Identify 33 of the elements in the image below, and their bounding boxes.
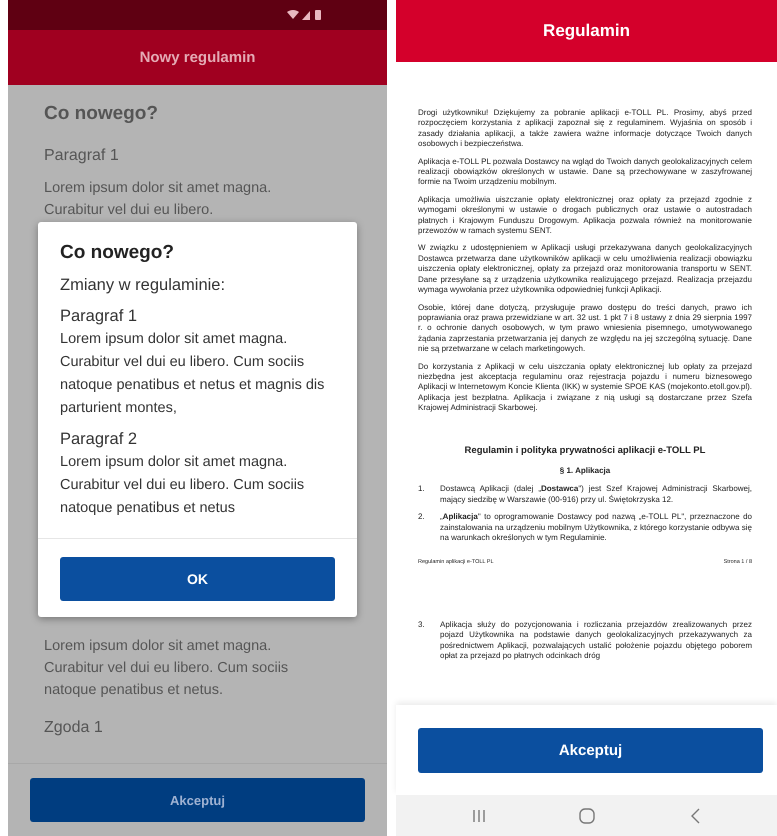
- recent-apps-icon[interactable]: [472, 808, 486, 822]
- header-title: Regulamin: [543, 21, 630, 41]
- heading-text: Co nowego?: [44, 103, 159, 125]
- subheading-text: Paragraf 1: [44, 147, 120, 165]
- paragraph-text: Lorem ipsum dolor sit amet magna. Curabitur vel dui eu libero. Cum sociis natoque penatibus et netus.: [44, 637, 290, 700]
- accept-button[interactable]: Akceptuj: [30, 778, 365, 822]
- document-paragraph: Aplikacja umożliwia uiszczanie opłaty elektronicznej oraz opłaty za przejazd zgodnie z wymogami określonymi w ustawie o drogach publicznych oraz ustawie o autostradach płatnych i Krajowym Funduszu Drogowym. Aplikacja pozwala również na monitorowanie przewozów w ramach systemu SENT.: [418, 194, 752, 236]
- dialog-subtitle: Zmiany w regulaminie:: [60, 276, 226, 295]
- home-icon[interactable]: [578, 806, 596, 824]
- item-number: 2.: [418, 512, 426, 524]
- back-icon[interactable]: [688, 808, 701, 824]
- document-paragraph: Osobie, której dane dotyczą, przysługuje prawo dostępu do treści danych, prawo ich poprawiania oraz prawa przewidziane w art. 32 ust. 1 pkt 7 i 8 ustawy z dnia 29 sierpnia 1997 r. o ochronie danych osobowych, w tym prawo wniesienia pisemnego, umotywowanego żądania zaprzestania przetwarzania jej danych ze względu na jej szczególną sytuację. Dane nie są przetwarzane w celach marketingowych.: [418, 302, 752, 355]
- accept-button[interactable]: Akceptuj: [418, 728, 763, 772]
- header-title: Nowy regulamin: [140, 49, 256, 66]
- section-heading: Paragraf 2: [60, 430, 138, 449]
- document-paragraph: W związku z udostępnieniem w Aplikacji usługi przekazywana danych geolokalizacyjnych Dostawca przetwarza dane użytkowników aplikacji w celu umożliwienia realizacji obowiązku uiszczenia opłaty elektronicznej, opłaty za przejazd oraz monitorowania transportu w SENT. Dane przesyłane są z urządzenia użytkownika realizującego przejazd. Realizacja przejazdu wymaga wywołania przez użytkownika odpowiedniej funkcji Aplikacji.: [418, 243, 752, 296]
- document-paragraph: Aplikacja e-TOLL PL pozwala Dostawcy na wgląd do Twoich danych geolokalizacyjnych celem realizacji obowiązków określonych w ustawie. Dane są przechowywane w zaszyfrowanej formie na Twoim urządzeniu mobilnym.: [418, 156, 752, 188]
- item-text: „Aplikacja" to oprogramowanie Dostawcy pod nazwą „e-TOLL PL", przeznaczone do zainstalowania na urządzeniu mobilnym Użytkownika, z którego korzystanie odbywa się na warunkach określonych w tym Regulaminie.: [440, 512, 752, 544]
- ok-button[interactable]: OK: [60, 557, 335, 601]
- section-text: Lorem ipsum dolor sit amet magna. Curabitur vel dui eu libero. Cum sociis natoque penatibus et netus et magnis dis parturient montes,: [60, 330, 326, 418]
- dialog-title: Co nowego?: [60, 242, 175, 264]
- item-number: 3.: [418, 620, 426, 631]
- item-text: Dostawcą Aplikacji (dalej „Dostawca") jest Szef Krajowej Administracji Skarbowej, mający siedzibę w Warszawie (00-916) przy ul. Świętokrzyska 12.: [440, 484, 752, 506]
- document-title: Regulamin i polityka prywatności aplikacji e-TOLL PL: [464, 446, 706, 456]
- section-title: § 1. Aplikacja: [558, 466, 612, 476]
- item-number: 1.: [418, 484, 426, 496]
- section-text: Lorem ipsum dolor sit amet magna. Curabitur vel dui eu libero. Cum sociis natoque penatibus et netus: [60, 453, 306, 518]
- document-paragraph: Do korzystania z Aplikacji w celu uiszczania opłaty elektronicznej lub opłaty za przejazd niezbędna jest akceptacja regulaminu oraz rejestracja pojazdu i numeru biznesowego Aplikacji w Internetowym Koncie Klienta (IKK) w systemie SPOE KAS (mojekonto.etoll.gov.pl). Aplikacja jest bezpłatna. Aplikacja i związane z nią usługi są dostarczane przez Szefa Krajowej Administracji Skarbowej.: [418, 362, 752, 414]
- section-heading: Paragraf 1: [60, 307, 138, 326]
- subheading-text: Zgoda 1: [44, 719, 104, 737]
- document-paragraph: Drogi użytkowniku! Dziękujemy za pobranie aplikacji e-TOLL PL. Prosimy, abyś przed rozpoczęciem korzystania z aplikacji zapoznał się z regulaminem. Wyjaśnia on sposób i zasady działania aplikacji, a także zawiera ważne informacje dotyczące Twoich danych osobowych i bezpieczeństwa.: [418, 108, 752, 150]
- item-text: Aplikacja służy do pozycjonowania i rozliczania przejazdów zrealizowanych przez pojazd Użytkownika na podstawie danych geolokalizacyjnych przekazywanych za pośrednictwem Aplikacji, pozwalających ustalić położenie pojazdu objętego poborem opłat za przejazd po płatnych odcinkach dróg: [440, 620, 752, 662]
- paragraph-text: Lorem ipsum dolor sit amet magna. Curabitur vel dui eu libero.: [44, 179, 272, 220]
